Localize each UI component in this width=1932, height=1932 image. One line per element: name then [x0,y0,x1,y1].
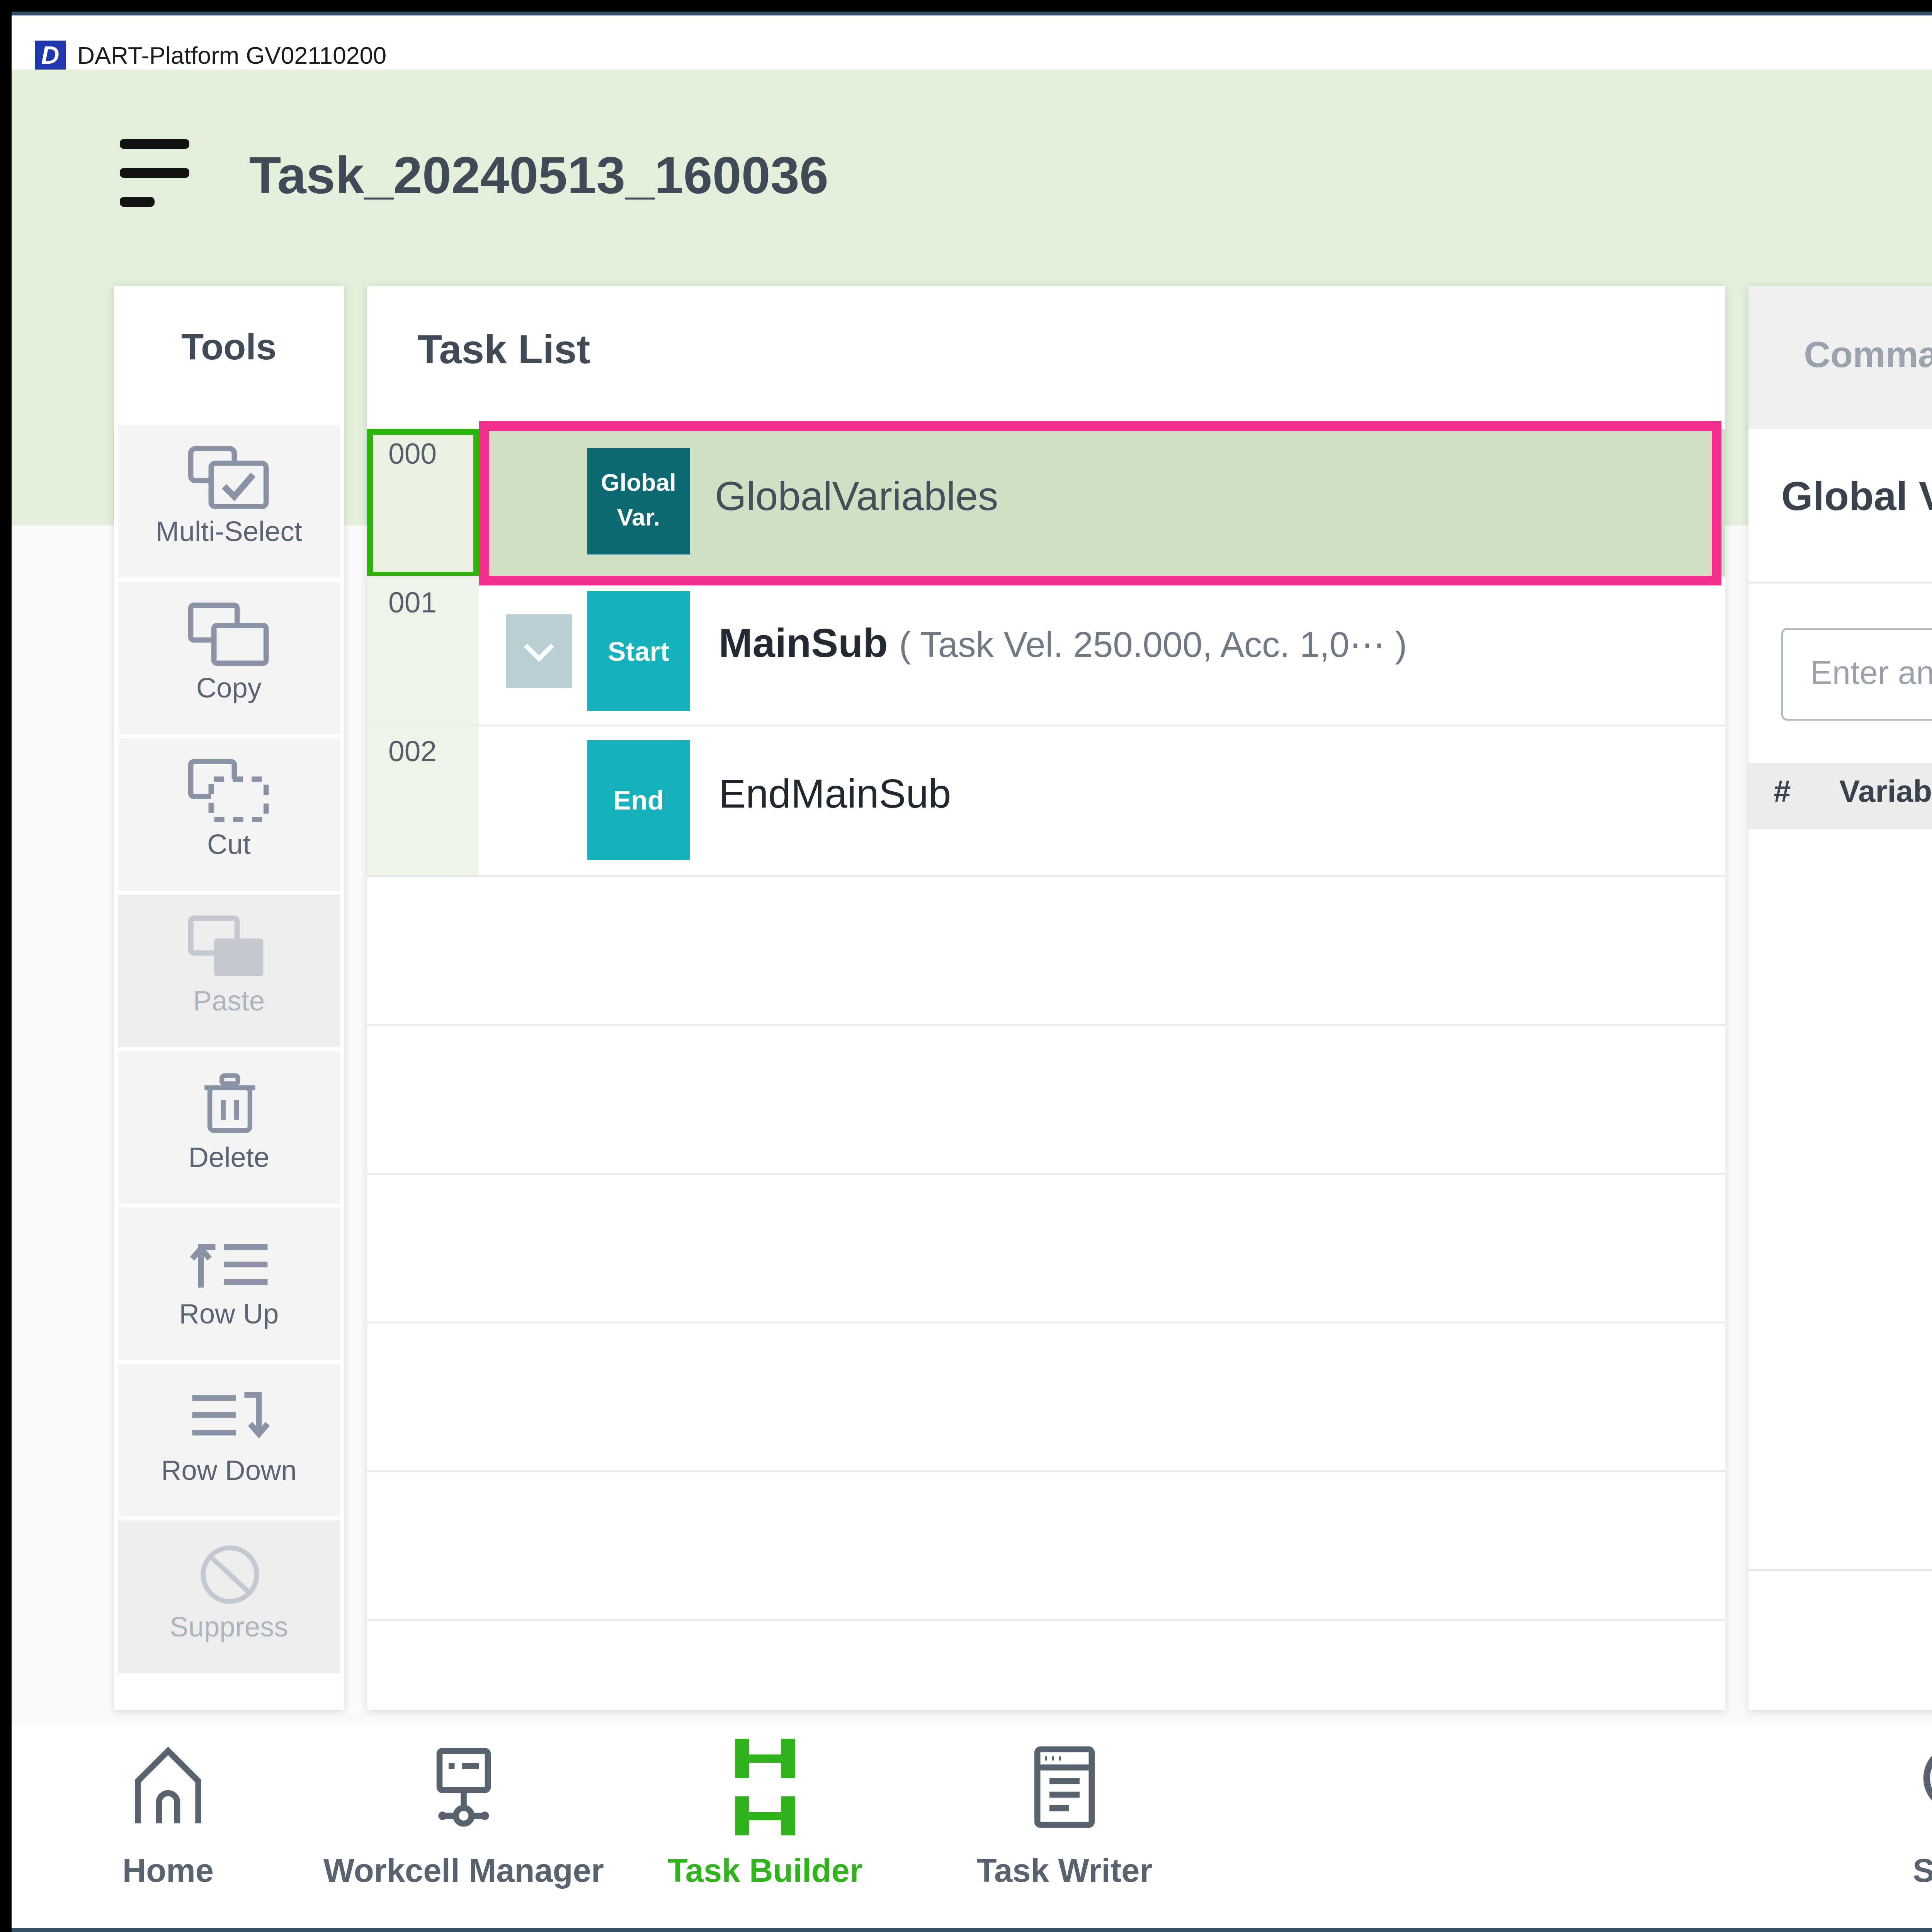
column-header-index: # [1774,777,1791,811]
nav-status[interactable]: Status [1808,1733,1932,1891]
status-icon [1915,1739,1932,1835]
row-divider [367,1470,1725,1472]
row-down-icon [185,1383,274,1453]
nav-task-builder[interactable]: Task Builder [611,1733,920,1891]
inspector-tabbar: Command Property Variable Play [1748,286,1932,429]
window-bottom-edge [12,1928,1932,1932]
tool-label: Multi-Select [118,518,340,549]
row-index: 002 [367,726,479,875]
annotation-input[interactable] [1781,628,1932,721]
start-badge: Start [587,591,690,711]
row-up-icon [185,1227,274,1296]
tool-multi-select[interactable]: Multi-Select [118,425,340,578]
task-builder-icon [732,1739,798,1835]
task-row-mainsub[interactable]: 001 Start MainSub ( Task Vel. 250.000, A… [367,578,1725,726]
cut-icon [185,757,274,827]
workcell-manager-icon [415,1739,512,1835]
home-icon [120,1739,216,1835]
end-badge: End [587,740,690,860]
tool-label: Row Down [118,1457,340,1488]
nav-task-writer[interactable]: Task Writer [910,1733,1219,1891]
row-content[interactable]: Start MainSub ( Task Vel. 250.000, Acc. … [479,578,1725,726]
row-label: EndMainSub [719,773,951,819]
global-var-badge: Global Var. [587,448,690,554]
tool-label: Row Up [118,1300,340,1331]
page-title: Task_20240513_160036 [249,147,828,207]
tool-row-down[interactable]: Row Down [118,1364,340,1517]
tool-suppress: Suppress [118,1520,340,1673]
menu-button[interactable] [120,139,197,216]
window-title: DART-Platform GV02110200 [77,43,386,70]
nav-home[interactable]: Home [14,1733,323,1891]
row-params: ( Task Vel. 250.000, Acc. 1,0⋯ ) [899,624,1407,665]
row-divider [367,1024,1725,1026]
row-content[interactable]: End EndMainSub [479,726,1725,875]
variable-table-header: # Variable Name Value [1748,763,1932,829]
nav-workcell-manager[interactable]: Workcell Manager [309,1733,618,1891]
row-divider [367,1173,1725,1175]
paste-icon [185,914,274,983]
chevron-down-icon [522,639,556,664]
row-index: 001 [367,578,479,726]
tool-paste: Paste [118,895,340,1047]
row-divider [367,1321,1725,1323]
app-window: D DART-Platform GV02110200 Task_20240513… [0,0,1932,1932]
suppress-icon [190,1540,268,1609]
row-label: GlobalVariables [715,475,998,522]
row-index: 000 [367,429,479,578]
tool-delete[interactable]: Delete [118,1051,340,1204]
title-bar: D DART-Platform GV02110200 [12,15,1932,70]
task-row-global-variables[interactable]: 000 Global Var. GlobalVariables [367,429,1725,578]
collapse-button[interactable] [506,614,572,688]
tool-copy[interactable]: Copy [118,582,340,734]
tab-command[interactable]: Command [1748,286,1932,429]
tools-panel: Tools Multi-Select Copy Cut [114,286,344,1710]
column-header-variable-name: Variable Name [1839,777,1932,811]
task-writer-icon [1016,1739,1113,1835]
copy-icon [185,601,274,670]
screenshot-root: D DART-Platform GV02110200 Task_20240513… [0,0,1932,1932]
tool-label: Paste [118,987,340,1018]
inspector-panel: Command Property Variable Play Global Va… [1748,286,1932,1710]
row-content[interactable]: Global Var. GlobalVariables [479,429,1725,578]
divider [1748,582,1932,583]
task-row-endmainsub[interactable]: 002 End EndMainSub [367,726,1725,875]
tool-label: Suppress [118,1613,340,1644]
inspector-heading: Global Variable [1781,475,1932,522]
tool-cut[interactable]: Cut [118,738,340,891]
tool-label: Cut [118,831,340,862]
app-logo: D [35,41,66,71]
window-top-edge [12,12,1932,15]
tool-label: Copy [118,674,340,705]
multi-select-icon [185,444,274,514]
row-divider [367,1619,1725,1621]
row-label: MainSub ( Task Vel. 250.000, Acc. 1,0⋯ ) [719,622,1407,668]
row-divider [367,875,1725,877]
tool-row-up[interactable]: Row Up [118,1208,340,1360]
divider [1748,1569,1932,1571]
task-list-panel: Task List 000 Global Var. GlobalVariable… [367,286,1725,1710]
delete-icon [190,1070,268,1140]
tool-label: Delete [118,1144,340,1175]
tools-title: Tools [114,328,344,371]
task-list-title: Task List [417,328,590,375]
